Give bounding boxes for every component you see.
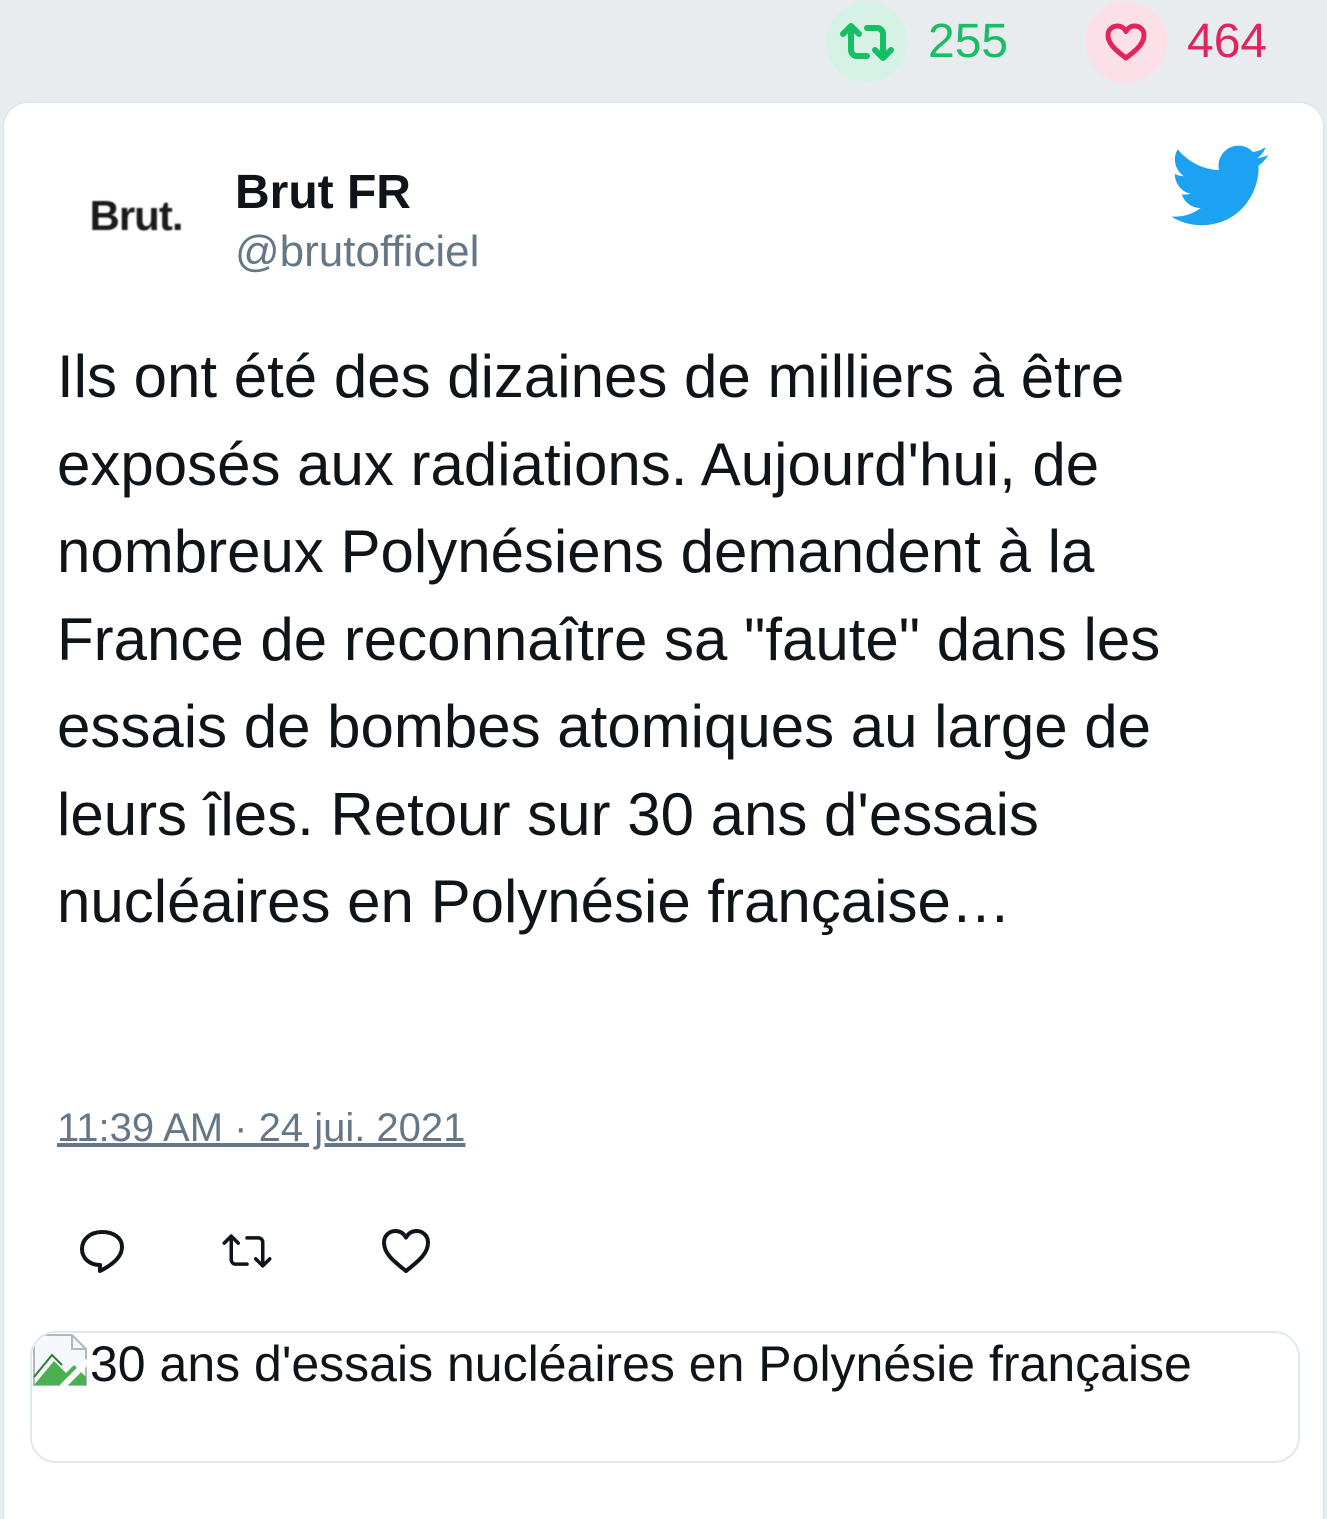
tweet-card: Brut. Brut FR @brutofficiel Ils ont été …: [4, 103, 1323, 1519]
like-count: 464: [1187, 15, 1268, 68]
author-handle[interactable]: @brutofficiel: [235, 227, 479, 277]
like-button[interactable]: [378, 1223, 434, 1279]
author-name[interactable]: Brut FR: [235, 165, 411, 220]
link-preview-title: 30 ans d'essais nucléaires en Polynésie …: [90, 1336, 1192, 1392]
avatar[interactable]: Brut.: [76, 181, 196, 251]
engagement-stats: 255 464: [0, 0, 1327, 100]
broken-image-icon: [33, 1334, 88, 1387]
heart-icon: [382, 1229, 430, 1273]
retweet-stat[interactable]: 255: [826, 0, 1008, 84]
retweet-button[interactable]: [219, 1223, 275, 1279]
twitter-bird-icon[interactable]: [1170, 145, 1270, 227]
tweet-timestamp[interactable]: 11:39 AM · 24 jui. 2021: [57, 1106, 465, 1151]
avatar-logo-text: Brut.: [89, 192, 184, 239]
reply-button[interactable]: [74, 1223, 130, 1279]
retweet-count: 255: [928, 15, 1009, 68]
retweet-icon[interactable]: [826, 1, 908, 83]
tweet-text: Ils ont été des dizaines de milliers à ê…: [57, 343, 1161, 935]
link-preview-card[interactable]: 30 ans d'essais nucléaires en Polynésie …: [30, 1331, 1300, 1463]
like-stat[interactable]: 464: [1085, 0, 1267, 84]
heart-icon[interactable]: [1085, 1, 1167, 83]
retweet-icon: [222, 1234, 272, 1268]
reply-icon: [80, 1230, 124, 1273]
link-preview-alt: 30 ans d'essais nucléaires en Polynésie …: [32, 1333, 1298, 1395]
